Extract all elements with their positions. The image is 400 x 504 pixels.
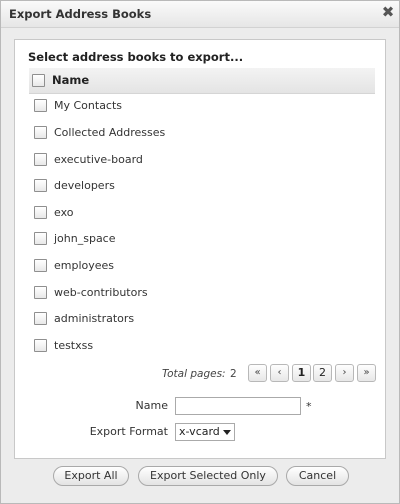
total-pages-value: 2 (230, 368, 237, 380)
row-checkbox[interactable] (34, 312, 47, 325)
page-1-button[interactable]: 1 (292, 364, 311, 382)
list-item-label: administrators (54, 312, 135, 325)
list-item-label: Collected Addresses (54, 126, 166, 139)
dialog-titlebar: Export Address Books ✖ (1, 1, 399, 28)
list-item-label: testxss (54, 339, 94, 352)
list-item[interactable]: My Contacts (29, 93, 375, 119)
total-pages-label: Total pages: (162, 368, 226, 380)
export-selected-button[interactable]: Export Selected Only (138, 466, 278, 486)
pagination: Total pages: 2 « ‹ 1 2 › » (15, 364, 385, 384)
list-item[interactable]: web-contributors (29, 280, 375, 306)
first-page-button[interactable]: « (248, 364, 267, 382)
panel-heading: Select address books to export... (28, 50, 244, 64)
name-row: Name * (15, 397, 385, 419)
next-page-button[interactable]: › (335, 364, 354, 382)
list-item-label: exo (54, 206, 74, 219)
list-item[interactable]: john_space (29, 226, 375, 252)
dialog-title: Export Address Books (9, 7, 152, 21)
name-field[interactable] (175, 397, 301, 415)
list-item[interactable]: Collected Addresses (29, 120, 375, 146)
export-format-value: x-vcard (179, 425, 220, 438)
list-item[interactable]: employees (29, 253, 375, 279)
export-address-books-dialog: Export Address Books ✖ Select address bo… (0, 0, 400, 504)
row-checkbox[interactable] (34, 259, 47, 272)
page-2-button[interactable]: 2 (313, 364, 332, 382)
export-all-button[interactable]: Export All (53, 466, 129, 486)
row-checkbox[interactable] (34, 179, 47, 192)
chevron-down-icon (223, 430, 231, 435)
export-format-label: Export Format (89, 425, 168, 438)
address-book-panel: Select address books to export... Name M… (14, 39, 386, 459)
list-item[interactable]: executive-board (29, 147, 375, 173)
column-header-name: Name (52, 73, 90, 87)
list-item-label: john_space (54, 232, 116, 245)
row-checkbox[interactable] (34, 232, 47, 245)
last-page-button[interactable]: » (357, 364, 376, 382)
list-item[interactable]: testxss (29, 333, 375, 359)
row-checkbox[interactable] (34, 153, 47, 166)
cancel-button[interactable]: Cancel (286, 466, 349, 486)
list-header: Name (29, 68, 375, 94)
list-item-label: executive-board (54, 153, 143, 166)
list-item-label: employees (54, 259, 115, 272)
prev-page-button[interactable]: ‹ (270, 364, 289, 382)
row-checkbox[interactable] (34, 206, 47, 219)
list-item-label: My Contacts (54, 99, 123, 112)
export-format-select[interactable]: x-vcard (175, 423, 235, 441)
list-item[interactable]: administrators (29, 306, 375, 332)
format-row: Export Format x-vcard (15, 423, 385, 445)
select-all-checkbox[interactable] (32, 74, 45, 87)
row-checkbox[interactable] (34, 286, 47, 299)
list-item[interactable]: developers (29, 173, 375, 199)
row-checkbox[interactable] (34, 339, 47, 352)
list-item-label: web-contributors (54, 286, 148, 299)
close-icon[interactable]: ✖ (381, 5, 395, 20)
required-marker: * (306, 400, 312, 413)
row-checkbox[interactable] (34, 99, 47, 112)
row-checkbox[interactable] (34, 126, 47, 139)
list-item-label: developers (54, 179, 115, 192)
list-item[interactable]: exo (29, 200, 375, 226)
name-label: Name (135, 399, 168, 412)
